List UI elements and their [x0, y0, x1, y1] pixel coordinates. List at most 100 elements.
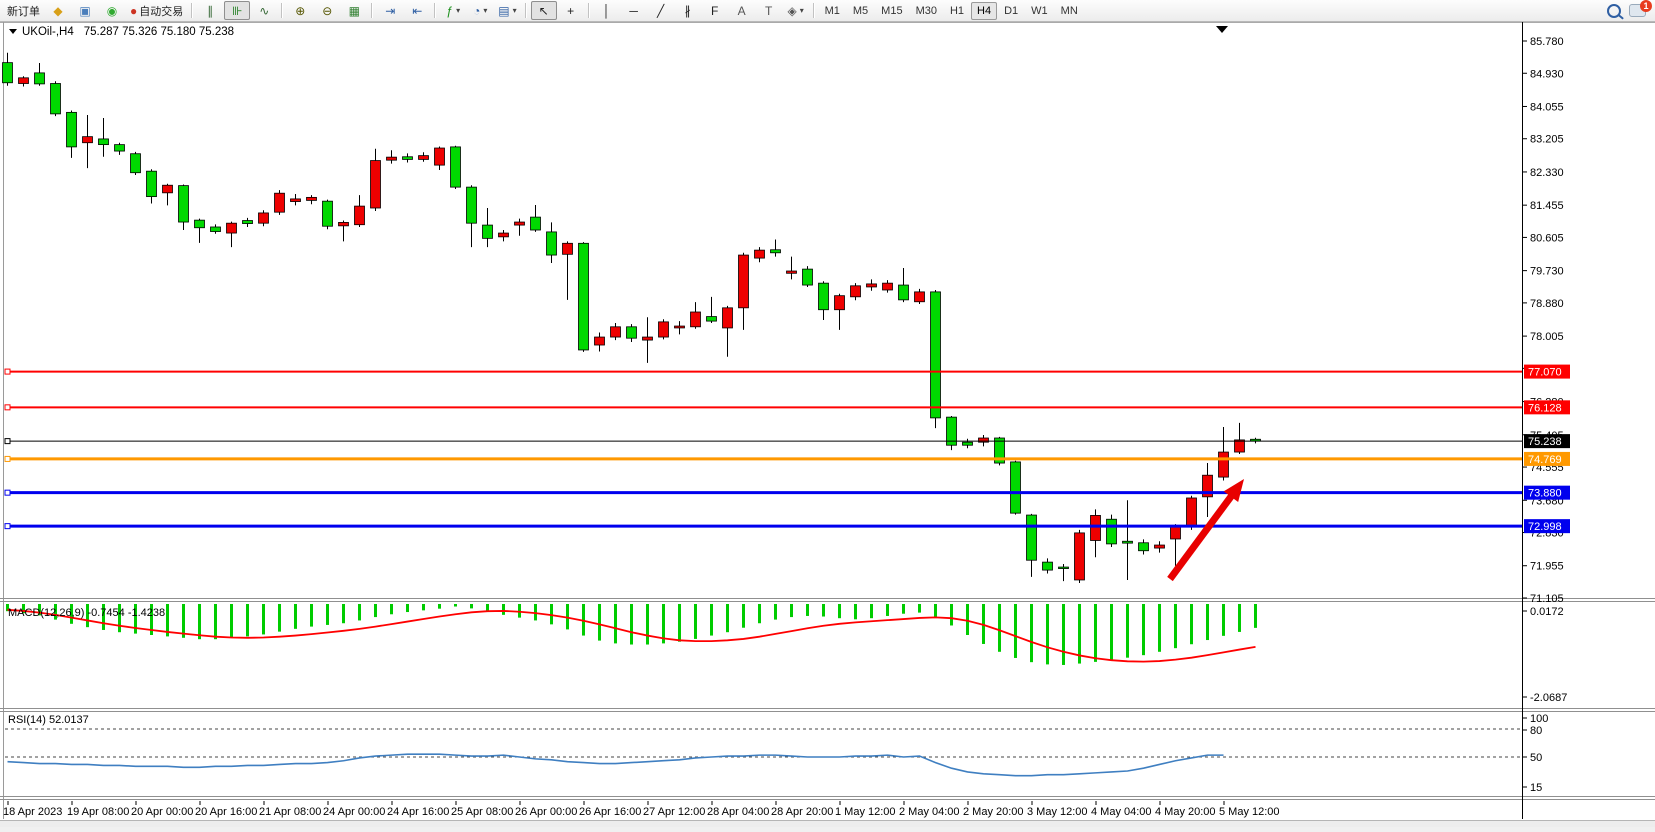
candle-body	[435, 148, 445, 165]
price-tick-label: 71.105	[1530, 593, 1564, 605]
candle-body	[83, 137, 93, 143]
price-badge-label: 74.769	[1528, 454, 1562, 466]
candle-body	[195, 220, 205, 228]
candle-body	[1027, 515, 1037, 560]
zoom-in-icon-button[interactable]: ⊕	[287, 1, 313, 20]
candle-body	[1043, 562, 1053, 570]
timeframe-mn-button[interactable]: MN	[1055, 2, 1084, 20]
text-glyph: A	[738, 5, 746, 17]
time-label: 20 Apr 00:00	[131, 806, 193, 818]
bar-chart-icon-glyph: ∥	[207, 5, 213, 17]
cursor-button[interactable]: ↖	[531, 1, 557, 20]
macd-min-label: -2.0687	[1530, 692, 1567, 704]
history-center-icon-glyph: ◆	[53, 5, 62, 17]
candle-body	[227, 223, 237, 233]
crosshair-button[interactable]: +	[558, 1, 584, 20]
candle-body	[755, 250, 765, 258]
trendline-button[interactable]: ╱	[648, 1, 674, 20]
candle-body	[147, 171, 157, 196]
time-label: 2 May 04:00	[899, 806, 960, 818]
profile-icon-button[interactable]: ▣	[72, 1, 98, 20]
horizontal-line-button[interactable]: ─	[621, 1, 647, 20]
chevron-down-icon: ▾	[456, 6, 460, 15]
line-chart-icon-button[interactable]: ∿	[251, 1, 277, 20]
candle-body	[371, 161, 381, 208]
zoom-out-icon-button[interactable]: ⊖	[314, 1, 340, 20]
price-tick-label: 80.605	[1530, 232, 1564, 244]
candle-body	[851, 286, 861, 297]
macd-label: MACD(12,26,9) -0.7454 -1.4238	[8, 607, 165, 619]
timeframe-m15-button[interactable]: M15	[875, 2, 908, 20]
trendline-glyph: ╱	[657, 5, 664, 17]
candle-body	[1107, 519, 1117, 544]
candle-body	[99, 139, 109, 145]
arrows-button[interactable]: ◈▾	[783, 1, 809, 20]
time-label: 26 Apr 00:00	[515, 806, 577, 818]
indicators-glyph: ƒ	[446, 5, 453, 17]
timeframe-m5-button[interactable]: M5	[847, 2, 874, 20]
candle-body	[579, 243, 589, 350]
tile-windows-icon-button[interactable]: ▦	[341, 1, 367, 20]
candle-body	[1011, 462, 1021, 513]
new-order-button[interactable]: 新订单	[3, 1, 44, 20]
price-badge-label: 75.238	[1528, 436, 1562, 448]
candle-body	[899, 285, 909, 300]
rsi-label: RSI(14) 52.0137	[8, 714, 89, 726]
time-label: 21 Apr 08:00	[259, 806, 321, 818]
chart-shift-icon-button[interactable]: ⇤	[404, 1, 430, 20]
fibonacci-button[interactable]: F	[702, 1, 728, 20]
chart-shift-icon-glyph: ⇤	[412, 5, 422, 17]
timeframe-w1-button[interactable]: W1	[1025, 2, 1054, 20]
time-label: 5 May 12:00	[1219, 806, 1280, 818]
toolbar: 新订单◆▣◉●自动交易∥⊪∿⊕⊖▦⇥⇤ƒ▾◔▾▤▾↖+│─╱∦FAT◈▾M1M5…	[0, 0, 1655, 22]
chat-icon[interactable]: 1	[1629, 4, 1646, 17]
line-chart-icon-glyph: ∿	[259, 5, 269, 17]
candle-body	[931, 292, 941, 418]
text-label-button[interactable]: T	[756, 1, 782, 20]
candle-body	[467, 187, 477, 223]
timeframe-h1-button[interactable]: H1	[944, 2, 970, 20]
auto-trading-button[interactable]: ●自动交易	[126, 1, 187, 20]
price-tick-label: 83.205	[1530, 134, 1564, 146]
candle-body	[275, 193, 285, 212]
fibonacci-glyph: F	[711, 5, 718, 17]
candle-body	[547, 232, 557, 255]
chart-window: 85.78084.93084.05583.20582.33081.45580.6…	[0, 21, 1655, 826]
bottom-strip	[0, 821, 1655, 827]
search-icon[interactable]	[1607, 4, 1621, 18]
notification-badge: 1	[1640, 0, 1652, 12]
signals-icon-button[interactable]: ◉	[99, 1, 125, 20]
candle-body	[1139, 543, 1149, 551]
timeframe-d1-button[interactable]: D1	[998, 2, 1024, 20]
auto-scroll-icon-button[interactable]: ⇥	[377, 1, 403, 20]
candle-body	[739, 255, 749, 308]
channel-button[interactable]: ∦	[675, 1, 701, 20]
profile-icon-glyph: ▣	[79, 5, 90, 17]
time-label: 2 May 20:00	[963, 806, 1024, 818]
rsi-level-label: 100	[1530, 713, 1548, 725]
candle-body	[35, 73, 45, 84]
time-label: 1 May 12:00	[835, 806, 896, 818]
periods-button[interactable]: ◔▾	[467, 1, 493, 20]
chart-canvas[interactable]: 85.78084.93084.05583.20582.33081.45580.6…	[0, 22, 1655, 827]
bar-chart-icon-button[interactable]: ∥	[197, 1, 223, 20]
candlestick-chart-icon-button[interactable]: ⊪	[224, 1, 250, 20]
history-center-icon-button[interactable]: ◆	[45, 1, 71, 20]
candle-body	[531, 217, 541, 230]
toolbar-separator	[191, 3, 193, 18]
indicators-button[interactable]: ƒ▾	[440, 1, 466, 20]
timeframe-h4-button[interactable]: H4	[971, 2, 997, 20]
timeframe-m1-button[interactable]: M1	[819, 2, 846, 20]
text-button[interactable]: A	[729, 1, 755, 20]
templates-button[interactable]: ▤▾	[494, 1, 520, 20]
timeframe-m30-button[interactable]: M30	[910, 2, 943, 20]
toolbar-separator	[281, 3, 283, 18]
vertical-line-button[interactable]: │	[594, 1, 620, 20]
price-badge-label: 77.070	[1528, 367, 1562, 379]
candle-body	[627, 327, 637, 338]
candle-body	[339, 222, 349, 225]
auto-scroll-icon-glyph: ⇥	[385, 5, 395, 17]
candle-body	[131, 154, 141, 173]
tile-windows-icon-glyph: ▦	[349, 5, 360, 17]
candle-body	[691, 312, 701, 327]
